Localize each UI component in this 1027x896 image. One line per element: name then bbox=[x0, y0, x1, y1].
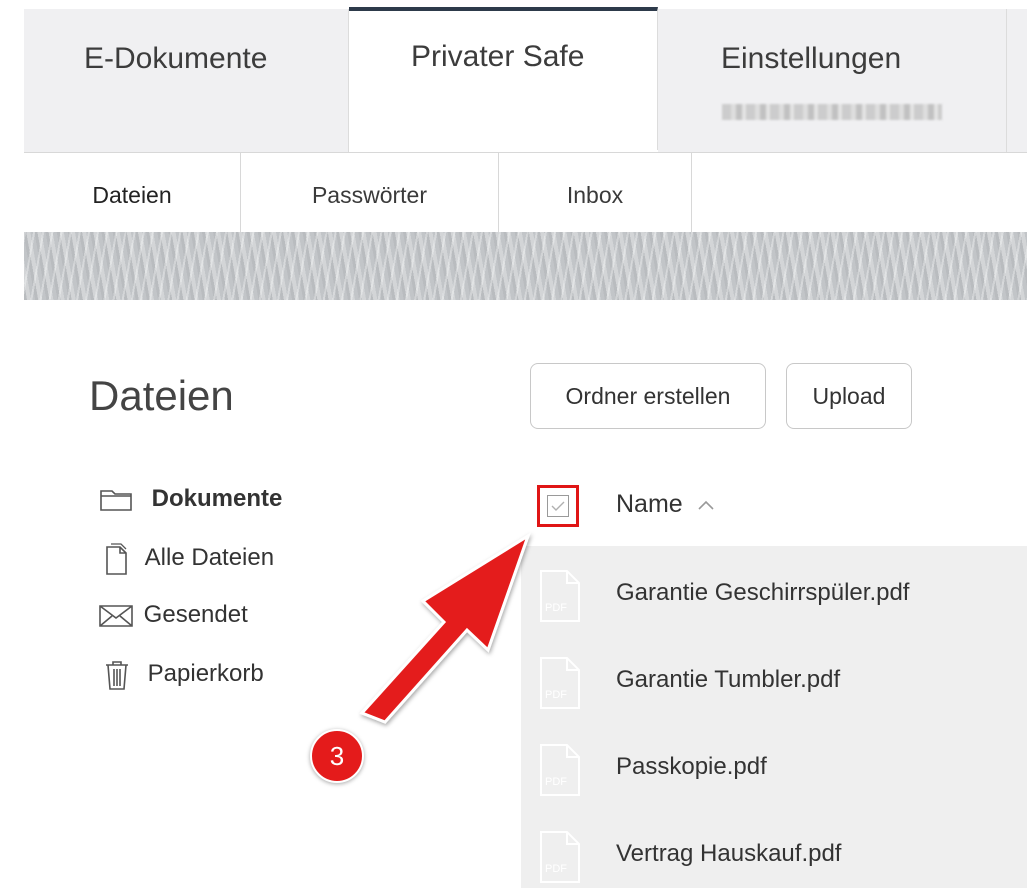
table-row[interactable]: PDF Garantie Geschirrspüler.pdf bbox=[521, 549, 1027, 635]
trash-icon bbox=[106, 661, 128, 690]
subtab-inbox[interactable]: Inbox bbox=[499, 153, 692, 233]
tab-privater-safe[interactable]: Privater Safe bbox=[349, 7, 658, 150]
tab-label: Privater Safe bbox=[411, 40, 585, 73]
tab-label: E-Dokumente bbox=[84, 42, 268, 75]
sidebar-item-label: Dokumente bbox=[151, 485, 283, 512]
sidebar-item-papierkorb[interactable]: Papierkorb bbox=[103, 658, 264, 694]
svg-text:PDF: PDF bbox=[545, 863, 567, 875]
pdf-file-icon: PDF bbox=[540, 657, 580, 709]
file-name[interactable]: Garantie Geschirrspüler.pdf bbox=[616, 579, 909, 607]
subtab-passwoerter[interactable]: Passwörter bbox=[241, 153, 499, 233]
file-name[interactable]: Passkopie.pdf bbox=[616, 753, 767, 781]
select-all-checkbox[interactable] bbox=[537, 485, 579, 527]
folder-icon bbox=[100, 489, 132, 511]
sub-navigation: Dateien Passwörter Inbox bbox=[24, 152, 1027, 233]
step-number-badge: 3 bbox=[310, 729, 364, 783]
file-name[interactable]: Garantie Tumbler.pdf bbox=[616, 666, 840, 694]
pdf-file-icon: PDF bbox=[540, 570, 580, 622]
file-icon bbox=[106, 543, 127, 575]
table-row[interactable]: PDF Garantie Tumbler.pdf bbox=[521, 636, 1027, 722]
table-row[interactable]: PDF Passkopie.pdf bbox=[521, 723, 1027, 809]
upload-button[interactable]: Upload bbox=[786, 363, 912, 429]
tab-e-dokumente[interactable]: E-Dokumente bbox=[24, 9, 349, 152]
sidebar-item-label: Papierkorb bbox=[147, 660, 264, 688]
table-row[interactable]: PDF Vertrag Hauskauf.pdf bbox=[521, 810, 1027, 896]
sidebar-item-label: Gesendet bbox=[143, 601, 248, 628]
sort-ascending-icon bbox=[698, 500, 714, 510]
pdf-file-icon: PDF bbox=[540, 744, 580, 796]
tab-einstellungen[interactable]: Einstellungen bbox=[658, 9, 1007, 152]
blurred-user-name bbox=[722, 104, 942, 120]
subtab-label: Passwörter bbox=[311, 182, 428, 208]
svg-text:PDF: PDF bbox=[545, 602, 567, 614]
sidebar-item-dokumente[interactable]: Dokumente bbox=[99, 485, 282, 521]
create-folder-button[interactable]: Ordner erstellen bbox=[530, 363, 766, 429]
subtab-label: Dateien bbox=[92, 182, 172, 208]
sidebar-item-alle-dateien[interactable]: Alle Dateien bbox=[104, 542, 274, 578]
sidebar-item-gesendet[interactable]: Gesendet bbox=[97, 601, 248, 637]
check-icon bbox=[551, 501, 565, 511]
svg-text:PDF: PDF bbox=[545, 689, 567, 701]
name-header-label: Name bbox=[616, 490, 683, 518]
tab-overflow bbox=[1007, 9, 1027, 152]
pdf-file-icon: PDF bbox=[540, 831, 580, 883]
checkbox-box bbox=[547, 495, 569, 517]
header-banner bbox=[24, 232, 1027, 300]
name-column-header[interactable]: Name bbox=[616, 490, 716, 519]
svg-text:PDF: PDF bbox=[545, 776, 567, 788]
subtab-dateien[interactable]: Dateien bbox=[24, 153, 241, 233]
subtab-label: Inbox bbox=[566, 182, 624, 208]
envelope-icon bbox=[99, 604, 133, 627]
file-name[interactable]: Vertrag Hauskauf.pdf bbox=[616, 840, 841, 868]
tab-label: Einstellungen bbox=[721, 42, 902, 75]
page-title: Dateien bbox=[89, 372, 234, 419]
sidebar-item-label: Alle Dateien bbox=[144, 544, 275, 572]
